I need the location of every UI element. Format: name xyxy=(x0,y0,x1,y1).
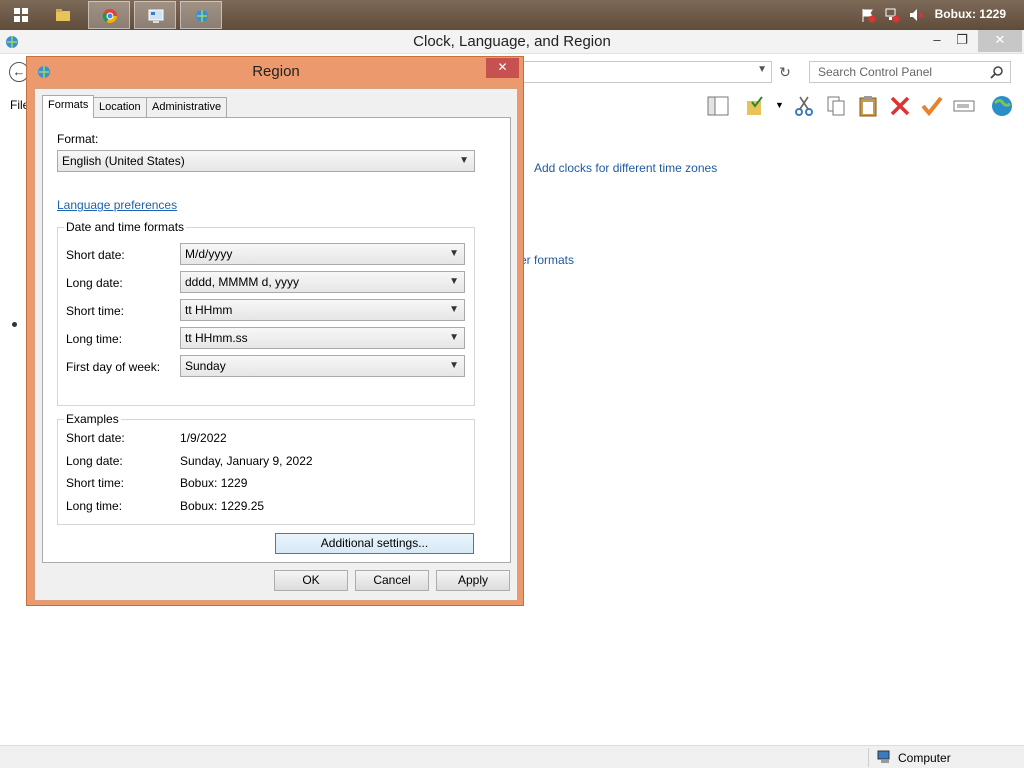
chevron-down-icon: ▼ xyxy=(449,360,459,371)
cancel-button[interactable]: Cancel xyxy=(355,570,429,591)
taskbar: Bobux: 1229 xyxy=(0,0,1024,30)
tab-formats[interactable]: Formats xyxy=(42,95,95,118)
dialog-body: Formats Location Administrative Format: … xyxy=(34,88,518,601)
example-long-time-label: Long time: xyxy=(66,499,123,513)
checkmark-icon[interactable] xyxy=(920,94,944,118)
taskbar-region[interactable] xyxy=(180,1,222,29)
example-long-date-value: Sunday, January 9, 2022 xyxy=(180,454,313,468)
restore-button[interactable]: ❐ xyxy=(950,30,974,52)
globe-icon[interactable] xyxy=(990,94,1014,118)
status-bar: Computer xyxy=(0,745,1024,768)
chevron-down-icon: ▼ xyxy=(449,332,459,343)
first-day-of-week-label: First day of week: xyxy=(66,360,161,374)
tray-clock-text[interactable]: Bobux: 1229 xyxy=(935,7,1006,21)
long-time-dropdown[interactable]: tt HHmm.ss ▼ xyxy=(180,327,465,349)
taskbar-file-explorer[interactable] xyxy=(42,1,84,29)
cut-icon[interactable] xyxy=(792,94,816,118)
additional-settings-button[interactable]: Additional settings... xyxy=(275,533,474,554)
folder-icon xyxy=(56,9,70,21)
example-short-time-label: Short time: xyxy=(66,476,125,490)
chevron-down-icon: ▼ xyxy=(449,276,459,287)
copy-icon[interactable] xyxy=(824,94,848,118)
refresh-icon[interactable]: ↻ xyxy=(775,62,795,82)
ok-button[interactable]: OK xyxy=(274,570,348,591)
example-short-time-value: Bobux: 1229 xyxy=(180,476,248,490)
status-divider xyxy=(868,748,869,767)
dialog-close-button[interactable]: ✕ xyxy=(486,58,519,78)
short-date-label: Short date: xyxy=(66,248,125,262)
language-preferences-link[interactable]: Language preferences xyxy=(57,198,177,212)
first-day-of-week-value: Sunday xyxy=(185,359,226,373)
rename-icon[interactable] xyxy=(952,94,976,118)
long-date-value: dddd, MMMM d, yyyy xyxy=(185,275,300,289)
format-dropdown[interactable]: English (United States) ▼ xyxy=(57,150,475,172)
short-time-dropdown[interactable]: tt HHmm ▼ xyxy=(180,299,465,321)
format-label: Format: xyxy=(57,132,99,146)
long-date-dropdown[interactable]: dddd, MMMM d, yyyy ▼ xyxy=(180,271,465,293)
taskbar-control-panel[interactable] xyxy=(134,1,176,29)
long-time-label: Long time: xyxy=(66,332,123,346)
close-button[interactable]: ✕ xyxy=(978,30,1022,52)
group-title: Examples xyxy=(64,412,121,426)
first-day-of-week-dropdown[interactable]: Sunday ▼ xyxy=(180,355,465,377)
example-long-time-value: Bobux: 1229.25 xyxy=(180,499,265,513)
tab-administrative[interactable]: Administrative xyxy=(146,97,228,117)
action-center-flag-icon[interactable] xyxy=(860,7,876,23)
other-formats-link[interactable]: er formats xyxy=(520,253,574,267)
apply-button[interactable]: Apply xyxy=(436,570,510,591)
format-value: English (United States) xyxy=(62,154,185,168)
formats-tab-panel: Format: English (United States) ▼ Langua… xyxy=(42,117,511,563)
taskbar-chrome[interactable] xyxy=(88,1,130,29)
window-title: Clock, Language, and Region xyxy=(413,33,611,50)
window-titlebar: Clock, Language, and Region – ❐ ✕ xyxy=(0,30,1024,54)
chevron-down-icon: ▼ xyxy=(449,248,459,259)
control-panel-icon xyxy=(148,9,164,23)
start-button[interactable] xyxy=(0,1,42,29)
network-icon[interactable] xyxy=(884,7,900,23)
chevron-down-icon[interactable]: ▼ xyxy=(757,64,767,75)
globe-clock-icon xyxy=(196,10,208,22)
date-time-formats-group: Date and time formats Short date: M/d/yy… xyxy=(57,220,475,406)
dialog-title: Region xyxy=(252,63,300,80)
chrome-icon xyxy=(102,9,117,23)
long-date-label: Long date: xyxy=(66,276,123,290)
search-placeholder: Search Control Panel xyxy=(818,65,933,79)
layout-pane-icon[interactable] xyxy=(706,94,730,118)
short-date-value: M/d/yyyy xyxy=(185,247,233,261)
example-short-date-label: Short date: xyxy=(66,431,125,445)
chevron-down-icon: ▼ xyxy=(449,304,459,315)
short-time-label: Short time: xyxy=(66,304,125,318)
short-time-value: tt HHmm xyxy=(185,303,233,317)
paste-icon[interactable] xyxy=(856,94,880,118)
minimize-button[interactable]: – xyxy=(925,30,949,52)
computer-icon xyxy=(877,750,890,763)
add-clocks-link[interactable]: Add clocks for different time zones xyxy=(534,161,717,175)
chevron-down-icon: ▼ xyxy=(459,155,469,166)
search-icon[interactable] xyxy=(990,65,1004,79)
address-bar[interactable]: ▼ xyxy=(520,61,772,83)
example-short-date-value: 1/9/2022 xyxy=(180,431,227,445)
status-text: Computer xyxy=(898,751,951,765)
examples-group: Examples Short date: 1/9/2022 Long date:… xyxy=(57,412,475,525)
volume-muted-icon[interactable] xyxy=(908,7,924,23)
group-title: Date and time formats xyxy=(64,220,187,234)
search-input[interactable]: Search Control Panel xyxy=(809,61,1011,83)
region-dialog: Region ✕ Formats Location Administrative… xyxy=(26,56,524,606)
windows-logo-icon xyxy=(14,8,28,22)
short-date-dropdown[interactable]: M/d/yyyy ▼ xyxy=(180,243,465,265)
tab-location[interactable]: Location xyxy=(93,97,147,117)
list-bullet xyxy=(12,322,17,327)
dropdown-arrow-icon[interactable]: ▼ xyxy=(775,100,784,110)
delete-icon[interactable] xyxy=(888,94,912,118)
folder-check-icon[interactable] xyxy=(744,94,768,118)
long-time-value: tt HHmm.ss xyxy=(185,331,248,345)
example-long-date-label: Long date: xyxy=(66,454,123,468)
